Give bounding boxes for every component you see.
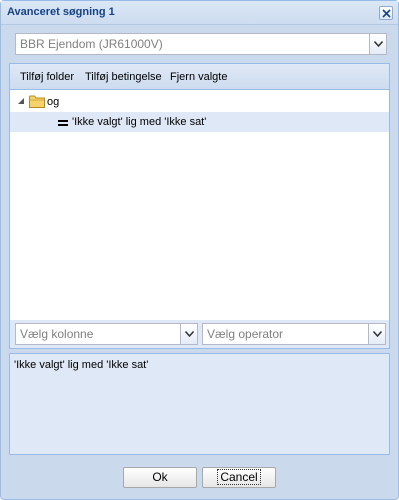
table-select[interactable]: BBR Ejendom (JR61000V) xyxy=(15,33,387,55)
folder-icon xyxy=(29,95,45,108)
add-folder-button[interactable]: Tilføj folder xyxy=(20,71,74,83)
cancel-button-label: Cancel xyxy=(217,469,261,485)
ok-button[interactable]: Ok xyxy=(123,467,197,488)
collapse-triangle-icon[interactable] xyxy=(18,98,24,104)
operator-select[interactable]: Vælg operator xyxy=(202,323,386,345)
operator-select-placeholder: Vælg operator xyxy=(207,327,284,341)
ok-button-label: Ok xyxy=(152,470,168,484)
remove-selected-button[interactable]: Fjern valgte xyxy=(170,71,227,83)
advanced-search-dialog: Avanceret søgning 1 BBR Ejendom (JR61000… xyxy=(0,0,399,500)
column-select[interactable]: Vælg kolonne xyxy=(15,323,198,345)
tree-node-root[interactable]: og xyxy=(10,92,389,112)
dialog-titlebar[interactable]: Avanceret søgning 1 xyxy=(1,1,398,25)
conditions-panel: Tilføj folder Tilføj betingelse Fjern va… xyxy=(9,63,390,349)
operator-select-trigger[interactable] xyxy=(368,324,385,344)
tree-condition-label: 'Ikke valgt' lig med 'Ikke sat' xyxy=(72,116,207,128)
chevron-down-icon xyxy=(373,331,382,337)
conditions-tree: og 'Ikke valgt' lig med 'Ikke sat' xyxy=(10,90,389,320)
close-icon xyxy=(382,9,391,18)
close-button[interactable] xyxy=(379,6,393,20)
table-select-trigger[interactable] xyxy=(369,34,386,54)
column-select-placeholder: Vælg kolonne xyxy=(20,327,94,341)
condition-editor-bar: Vælg kolonne Vælg operator xyxy=(10,320,389,348)
chevron-down-icon xyxy=(185,331,194,337)
tree-root-label: og xyxy=(47,96,60,108)
table-select-value: BBR Ejendom (JR61000V) xyxy=(20,37,163,51)
chevron-down-icon xyxy=(374,41,383,47)
add-condition-button[interactable]: Tilføj betingelse xyxy=(85,71,162,83)
dialog-title: Avanceret søgning 1 xyxy=(7,6,115,18)
cancel-button[interactable]: Cancel xyxy=(202,467,276,488)
condition-details-panel: 'Ikke valgt' lig med 'Ikke sat' xyxy=(9,353,390,455)
condition-details-text: 'Ikke valgt' lig med 'Ikke sat' xyxy=(14,359,149,371)
column-select-trigger[interactable] xyxy=(180,324,197,344)
equals-icon xyxy=(58,120,68,126)
conditions-toolbar: Tilføj folder Tilføj betingelse Fjern va… xyxy=(10,64,389,90)
tree-node-condition[interactable]: 'Ikke valgt' lig med 'Ikke sat' xyxy=(10,112,389,132)
